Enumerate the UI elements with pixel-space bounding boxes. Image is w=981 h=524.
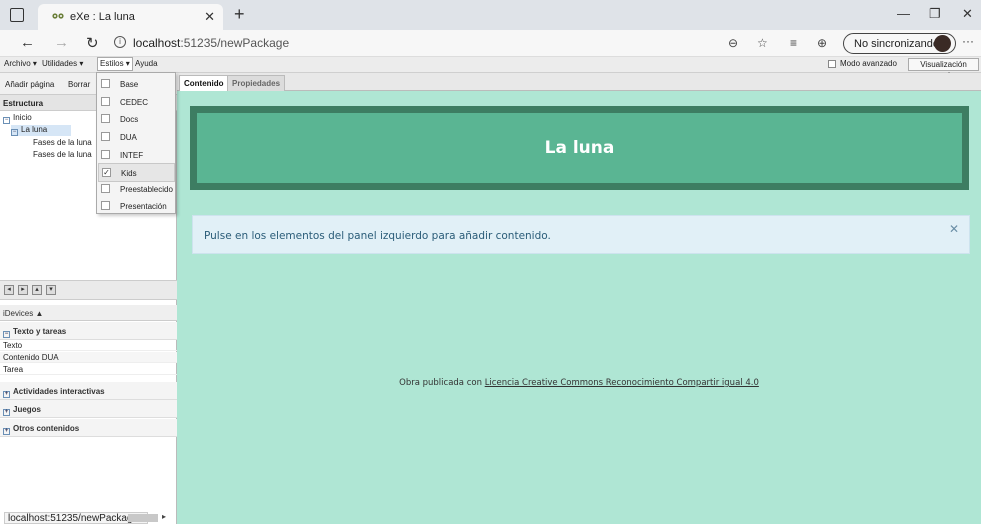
checkbox-icon[interactable] [101,97,110,106]
checkbox-icon[interactable] [101,184,110,193]
idevice-category-actividades[interactable]: + Actividades interactivas [0,382,177,400]
idevice-item[interactable]: Tarea [0,364,177,375]
collapse-icon: − [3,331,10,338]
collapse-icon[interactable]: − [11,129,18,136]
tree-node-fases-1[interactable]: Fases de la luna [33,138,92,147]
style-option-base[interactable]: Base [98,75,175,94]
style-option-presentacion[interactable]: Presentación [98,197,175,216]
menu-estilos[interactable]: Estilos ▾ [97,57,133,71]
restore-icon[interactable]: ❐ [929,6,941,22]
idevice-item[interactable]: Contenido DUA [0,352,177,363]
refresh-icon[interactable]: ↻ [86,34,99,52]
page-title: La luna [544,138,615,158]
main-content: Contenido Propiedades La luna Pulse en l… [177,73,981,524]
idevice-category-otros[interactable]: + Otros contenidos [0,419,177,437]
delete-button[interactable]: Borrar [68,80,90,89]
checkmark-icon[interactable]: ✓ [102,168,111,177]
license-footer: Obra publicada con Licencia Creative Com… [399,378,759,388]
menu-archivo[interactable]: Archivo ▾ [4,59,37,68]
checkbox-icon[interactable] [101,79,110,88]
favorites-icon[interactable]: ≡ [790,36,797,50]
exe-favicon-icon [52,13,64,19]
more-icon[interactable]: ··· [962,34,974,48]
tree-node-inicio[interactable]: − Inicio [3,113,32,124]
style-option-docs[interactable]: Docs [98,110,175,129]
info-alert: Pulse en los elementos del panel izquier… [192,215,970,254]
alert-text: Pulse en los elementos del panel izquier… [204,230,551,242]
styles-dropdown-menu: Base CEDEC Docs DUA INTEF ✓ Kids Preestab… [96,72,176,214]
checkbox-icon[interactable] [101,201,110,210]
browser-tab-bar: eXe : La luna ✕ + — ❐ ✕ [0,0,981,30]
idevice-category-juegos[interactable]: + Juegos [0,400,177,418]
tab-contenido[interactable]: Contenido [179,75,229,91]
expand-icon: + [3,409,10,416]
tree-node-la-luna[interactable]: − La luna [11,125,71,136]
expand-icon: + [3,391,10,398]
address-bar-row: ← → ↻ i localhost:51235/newPackage ⊖ ☆ ≡… [0,30,981,57]
scroll-right-icon[interactable]: ▸ [162,512,166,521]
preview-button[interactable]: Visualización previa [908,58,979,80]
collections-icon[interactable]: ⊕ [817,36,827,50]
idevice-item[interactable]: Texto [0,340,177,351]
favorite-add-icon[interactable]: ☆ [757,36,768,50]
tree-node-fases-2[interactable]: Fases de la luna [33,150,92,159]
avatar [934,35,951,52]
page-header-box: La luna [190,106,969,190]
move-down-icon[interactable]: ▾ [46,285,56,295]
exe-menubar: Archivo ▾ Utilidades ▾ Estilos ▾ Ayuda M… [0,57,981,80]
move-left-icon[interactable]: ◂ [4,285,14,295]
minimize-icon[interactable]: — [897,6,910,21]
url-field[interactable]: localhost:51235/newPackage [133,36,289,50]
move-up-icon[interactable]: ▴ [32,285,42,295]
menu-ayuda[interactable]: Ayuda [135,59,158,68]
zoom-icon[interactable]: ⊖ [728,36,738,50]
status-bar: localhost:51235/newPackage# [4,512,148,524]
collapse-icon[interactable]: − [3,117,10,124]
tab-actions-icon[interactable] [10,8,24,22]
add-page-button[interactable]: Añadir página [5,80,54,89]
close-window-icon[interactable]: ✕ [962,6,973,22]
advanced-mode-checkbox[interactable] [828,60,836,68]
advanced-mode-label: Modo avanzado [840,59,897,68]
tab-propiedades[interactable]: Propiedades [227,75,286,91]
tab-close-icon[interactable]: ✕ [204,9,215,25]
checkbox-icon[interactable] [101,114,110,123]
horizontal-scrollbar[interactable] [128,514,158,522]
license-link[interactable]: Licencia Creative Commons Reconocimiento… [485,378,759,388]
new-tab-button[interactable]: + [234,4,245,25]
main-tabs: Contenido Propiedades [177,73,981,91]
checkbox-icon[interactable] [101,132,110,141]
sync-button[interactable]: No sincronizando [843,33,956,54]
style-option-dua[interactable]: DUA [98,128,175,147]
checkbox-icon[interactable] [101,150,110,159]
page-header-inner: La luna [197,113,962,183]
expand-icon: + [3,428,10,435]
idevices-heading[interactable]: iDevices ▲ [0,305,177,321]
menu-utilidades[interactable]: Utilidades ▾ [42,59,83,68]
back-icon[interactable]: ← [20,34,35,51]
move-buttons-bar: ◂ ▸ ▴ ▾ [0,280,177,300]
forward-icon[interactable]: → [54,34,69,51]
close-icon[interactable]: ✕ [949,222,959,236]
idevice-category-texto[interactable]: − Texto y tareas [0,322,177,340]
browser-tab[interactable]: eXe : La luna ✕ [38,4,223,30]
site-info-icon[interactable]: i [114,36,126,48]
tab-title: eXe : La luna [70,11,135,23]
move-right-icon[interactable]: ▸ [18,285,28,295]
